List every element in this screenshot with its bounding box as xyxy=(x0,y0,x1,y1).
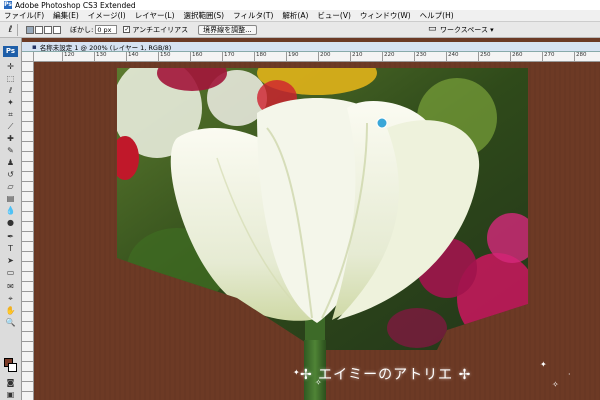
lasso-tool-preset-icon[interactable]: ℓ xyxy=(4,23,18,36)
sparkle-icon: ✦ xyxy=(540,360,547,369)
ruler-tick: 150 xyxy=(158,52,171,62)
title-bar: Ps Adobe Photoshop CS3 Extended xyxy=(0,0,600,10)
menu-filter[interactable]: フィルタ(T) xyxy=(233,10,273,21)
document-icon: ▪ xyxy=(32,42,37,51)
menu-analysis[interactable]: 解析(A) xyxy=(282,10,308,21)
menu-select[interactable]: 選択範囲(S) xyxy=(184,10,225,21)
marquee-tool-icon[interactable]: ⬚ xyxy=(4,74,17,84)
photoshop-logo-icon: Ps xyxy=(4,1,12,9)
hand-tool-icon[interactable]: ✋ xyxy=(4,306,17,316)
lasso-tool-icon[interactable]: ℓ xyxy=(4,86,17,96)
watermark-text: ✢ エイミーのアトリエ ✢ xyxy=(300,367,472,383)
eyedropper-tool-icon[interactable]: ⌖ xyxy=(4,294,17,304)
zoom-tool-icon[interactable]: 🔍 xyxy=(4,318,17,328)
menu-image[interactable]: イメージ(I) xyxy=(88,10,126,21)
brush-tool-icon[interactable]: ✎ xyxy=(4,146,17,156)
ruler-tick: 180 xyxy=(254,52,267,62)
feather-label: ぼかし: xyxy=(70,25,94,34)
menu-help[interactable]: ヘルプ(H) xyxy=(420,10,454,21)
intersect-selection-icon[interactable] xyxy=(53,25,61,34)
ruler-tick: 260 xyxy=(510,52,523,62)
menu-bar: ファイル(F) 編集(E) イメージ(I) レイヤー(L) 選択範囲(S) フィ… xyxy=(0,10,600,22)
selection-mode-group xyxy=(26,25,62,34)
document-title-bar[interactable]: ▪ 名称未設定 1 @ 200% (レイヤー 1, RGB/8) xyxy=(22,42,600,52)
subtract-selection-icon[interactable] xyxy=(44,25,52,34)
sparkle-icon: · xyxy=(568,370,571,379)
healing-brush-tool-icon[interactable]: ✚ xyxy=(4,134,17,144)
screen-mode-icon[interactable]: ▣ xyxy=(4,390,17,400)
new-selection-icon[interactable] xyxy=(26,25,34,34)
window-title: Adobe Photoshop CS3 Extended xyxy=(15,0,136,10)
gradient-tool-icon[interactable]: ▤ xyxy=(4,194,17,204)
ruler-tick: 270 xyxy=(542,52,555,62)
document-title: 名称未設定 1 @ 200% (レイヤー 1, RGB/8) xyxy=(39,43,172,52)
menu-view[interactable]: ビュー(V) xyxy=(317,10,350,21)
ruler-tick: 210 xyxy=(350,52,363,62)
crop-tool-icon[interactable]: ⌗ xyxy=(4,110,17,120)
ruler-tick: 140 xyxy=(126,52,139,62)
ruler-tick: 190 xyxy=(286,52,299,62)
ruler-tick: 230 xyxy=(414,52,427,62)
pen-tool-icon[interactable]: ✒ xyxy=(4,232,17,242)
horizontal-ruler: 120 130 140 150 160 170 180 190 200 210 … xyxy=(34,52,600,62)
type-tool-icon[interactable]: T xyxy=(4,244,17,254)
shape-tool-icon[interactable]: ▭ xyxy=(4,268,17,278)
antialias-checkbox[interactable]: ✓ xyxy=(123,26,131,33)
eraser-tool-icon[interactable]: ▱ xyxy=(4,182,17,192)
add-selection-icon[interactable] xyxy=(35,25,43,34)
menu-window[interactable]: ウィンドウ(W) xyxy=(360,10,411,21)
dodge-tool-icon[interactable]: ● xyxy=(4,218,17,228)
history-brush-tool-icon[interactable]: ↺ xyxy=(4,170,17,180)
toolbox: Ps ✛ ⬚ ℓ ✦ ⌗ ⟋ ✚ ✎ ♟ ↺ ▱ ▤ 💧 ● ✒ T ➤ ▭ ✉… xyxy=(0,38,22,400)
ruler-tick: 120 xyxy=(62,52,75,62)
ruler-tick: 130 xyxy=(94,52,107,62)
options-bar: ℓ ぼかし: 0 px ✓ アンチエイリアス 境界線を調整... ▭ ワークスペ… xyxy=(0,22,600,38)
ruler-tick: 160 xyxy=(190,52,203,62)
tulip-photo-layer[interactable] xyxy=(117,68,528,350)
notes-tool-icon[interactable]: ✉ xyxy=(4,282,17,292)
ruler-tick: 170 xyxy=(222,52,235,62)
antialias-label: アンチエイリアス xyxy=(132,25,189,34)
feather-input[interactable]: 0 px xyxy=(95,25,118,34)
blur-tool-icon[interactable]: 💧 xyxy=(4,206,17,216)
menu-layer[interactable]: レイヤー(L) xyxy=(135,10,175,21)
sparkle-icon: ✧ xyxy=(552,380,559,389)
quick-mask-icon[interactable]: ◙ xyxy=(4,378,17,388)
ruler-tick: 250 xyxy=(478,52,491,62)
slice-tool-icon[interactable]: ⟋ xyxy=(4,122,17,132)
refine-edge-button[interactable]: 境界線を調整... xyxy=(198,24,257,35)
photoshop-badge-icon: Ps xyxy=(3,46,18,57)
background-color-swatch[interactable] xyxy=(8,363,17,372)
ruler-tick: 200 xyxy=(318,52,331,62)
menu-edit[interactable]: 編集(E) xyxy=(53,10,79,21)
ruler-tick: 220 xyxy=(382,52,395,62)
ruler-tick: 240 xyxy=(446,52,459,62)
move-tool-icon[interactable]: ✛ xyxy=(4,62,17,72)
sparkle-icon: ✦ xyxy=(293,368,300,377)
path-selection-tool-icon[interactable]: ➤ xyxy=(4,256,17,266)
vertical-ruler xyxy=(22,52,34,400)
magic-wand-tool-icon[interactable]: ✦ xyxy=(4,98,17,108)
menu-file[interactable]: ファイル(F) xyxy=(4,10,44,21)
workspace-icon[interactable]: ▭ xyxy=(428,24,437,34)
workspace-menu[interactable]: ワークスペース ▾ xyxy=(440,25,494,35)
ruler-tick: 280 xyxy=(574,52,587,62)
clone-stamp-tool-icon[interactable]: ♟ xyxy=(4,158,17,168)
